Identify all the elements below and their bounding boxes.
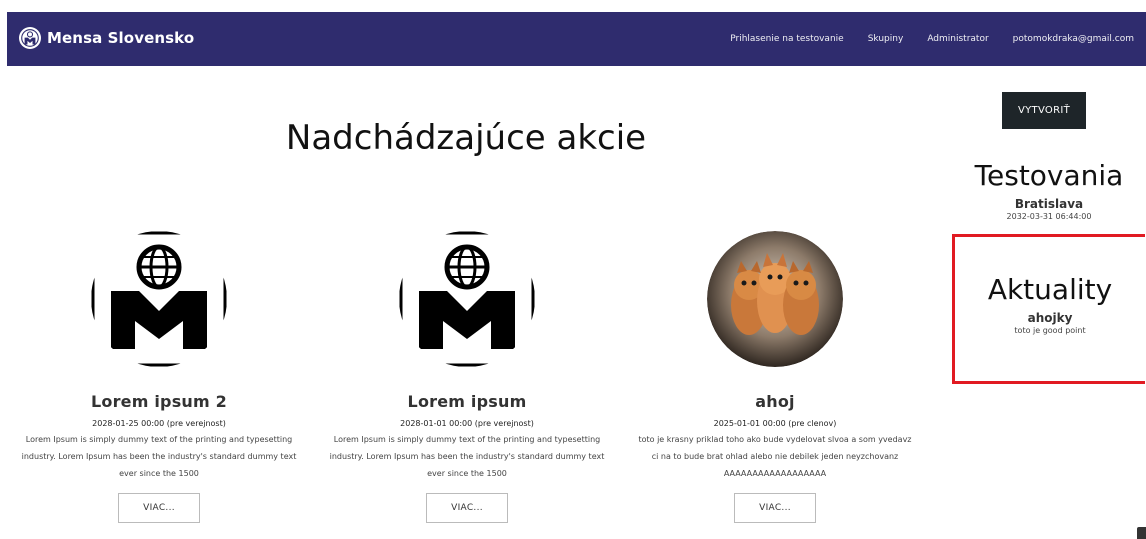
nav-link-user-email[interactable]: potomokdraka@gmail.com xyxy=(1013,34,1134,44)
event-date: 2028-01-01 00:00 (pre verejnost) xyxy=(400,419,534,428)
nav-links: Prihlasenie na testovanie Skupiny Admini… xyxy=(706,12,1134,66)
event-title: Lorem ipsum 2 xyxy=(91,392,227,411)
page-title: Nadchádzajúce akcie xyxy=(285,118,647,158)
more-button[interactable]: VIAC... xyxy=(734,493,816,523)
brand-title: Mensa Slovensko xyxy=(47,29,195,47)
navbar: Mensa Slovensko Prihlasenie na testovani… xyxy=(7,12,1146,66)
more-button[interactable]: VIAC... xyxy=(118,493,200,523)
corner-widget-icon[interactable] xyxy=(1137,527,1146,539)
news-item-text: toto je good point xyxy=(1014,326,1086,335)
event-description: Lorem Ipsum is simply dummy text of the … xyxy=(21,435,297,478)
news-item-title[interactable]: ahojky xyxy=(955,311,1145,325)
nav-link-groups[interactable]: Skupiny xyxy=(868,34,904,44)
create-button[interactable]: VYTVORIŤ xyxy=(1002,92,1086,129)
news-heading: Aktuality xyxy=(987,273,1113,306)
brand-link[interactable]: Mensa Slovensko xyxy=(19,27,194,49)
nav-link-testing-signup[interactable]: Prihlasenie na testovanie xyxy=(730,34,843,44)
more-button[interactable]: VIAC... xyxy=(426,493,508,523)
event-card: Lorem ipsum 2 2028-01-25 00:00 (pre vere… xyxy=(14,225,304,523)
news-highlight-box: Aktuality ahojky toto je good point xyxy=(952,234,1145,384)
mensa-logo-icon xyxy=(19,27,41,49)
event-description: Lorem Ipsum is simply dummy text of the … xyxy=(329,435,605,478)
event-date: 2028-01-25 00:00 (pre verejnost) xyxy=(92,419,226,428)
event-title: ahoj xyxy=(755,392,795,411)
testing-city[interactable]: Bratislava xyxy=(952,197,1146,211)
event-description: toto je krasny priklad toho ako bude vyd… xyxy=(638,435,912,478)
nav-link-administrator[interactable]: Administrator xyxy=(927,34,988,44)
event-card: Lorem ipsum 2028-01-01 00:00 (pre verejn… xyxy=(322,225,612,523)
event-title: Lorem ipsum xyxy=(407,392,527,411)
testing-heading: Testovania xyxy=(974,159,1124,192)
mensa-logo-image xyxy=(399,231,535,367)
mensa-logo-image xyxy=(91,231,227,367)
event-card: ahoj 2025-01-01 00:00 (pre clenov) toto … xyxy=(630,225,920,523)
event-date: 2025-01-01 00:00 (pre clenov) xyxy=(713,419,837,428)
kittens-photo xyxy=(707,231,843,367)
testing-date: 2032-03-31 06:44:00 xyxy=(1006,212,1092,221)
